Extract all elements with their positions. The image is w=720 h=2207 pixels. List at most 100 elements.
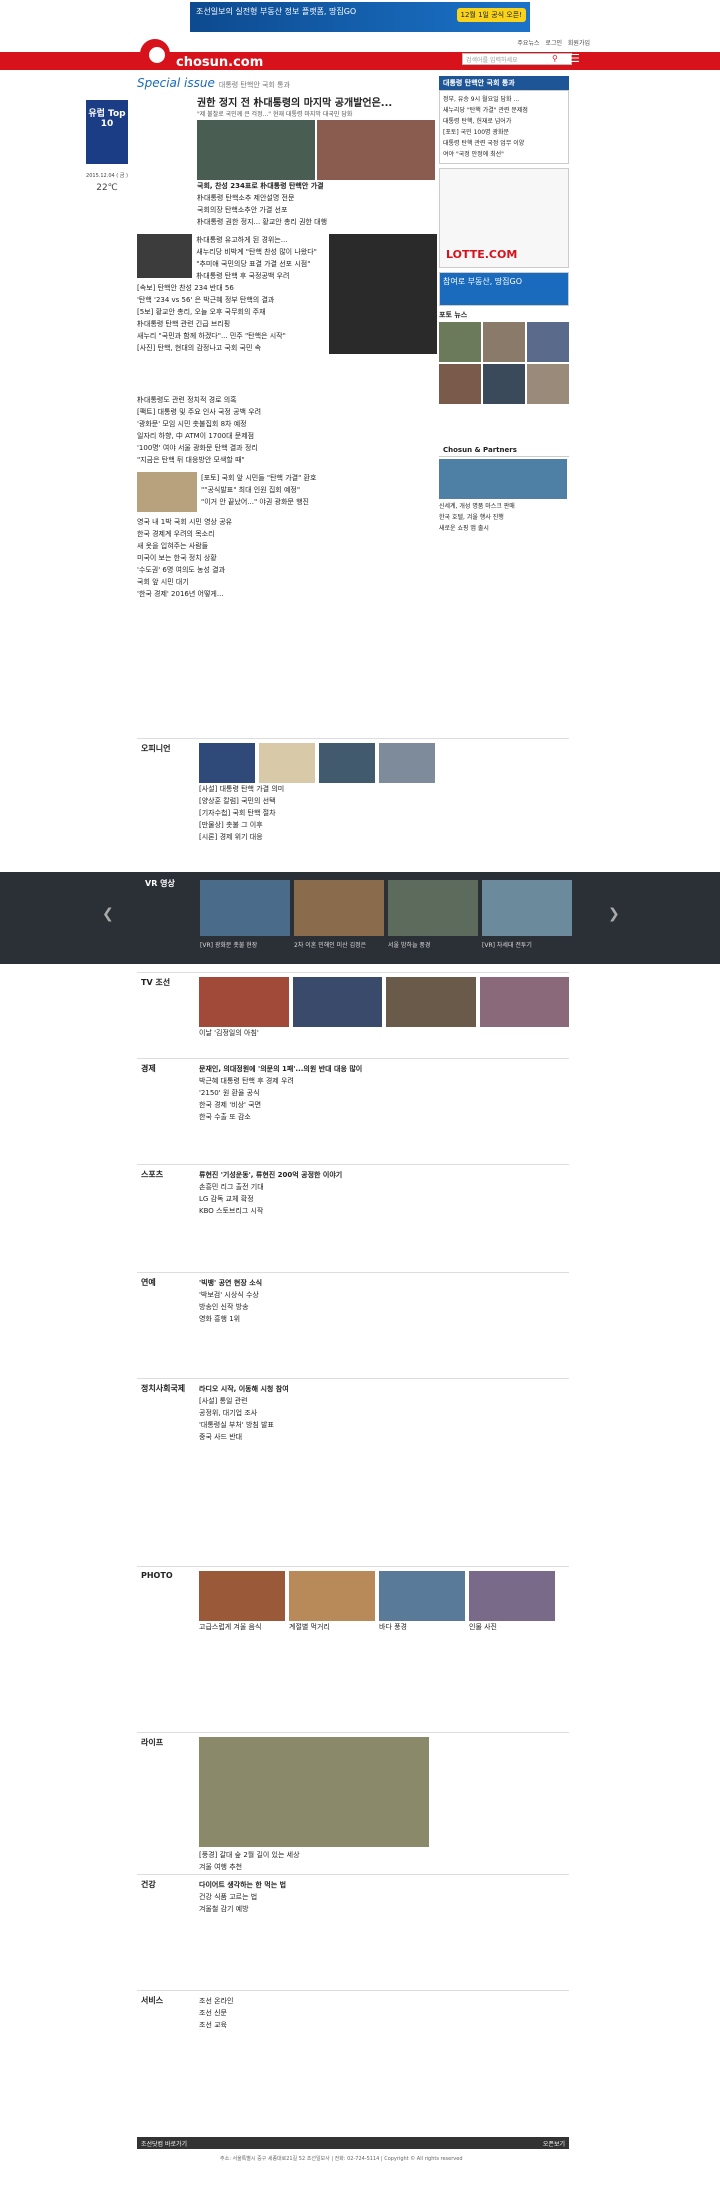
main-item[interactable]: 朴대통령 권한 정지... 황교안 총리 권한 대행: [197, 216, 437, 228]
photo-thumb[interactable]: [439, 364, 481, 404]
news-item[interactable]: "이거 안 끝났어..." 야권 광화문 행진: [201, 496, 401, 508]
opinion-item[interactable]: [사설] 대통령 탄핵 가결 의미: [199, 783, 569, 795]
health-item[interactable]: 다이어트 생각하는 한 먹는 법: [199, 1879, 569, 1891]
link-main-news[interactable]: 주요뉴스: [517, 40, 539, 47]
vod-caption[interactable]: 2차 이혼 민해인 미산 김정은: [294, 940, 384, 949]
partners-photo[interactable]: [439, 459, 567, 499]
vod-caption[interactable]: [VR] 광화문 촛불 현장: [200, 940, 290, 949]
top-ad-content[interactable]: 조선일보의 실전형 부동산 정보 플랫폼, 땅집GO 12월 1일 공식 오픈!: [190, 2, 530, 32]
vod-thumb[interactable]: [294, 880, 384, 936]
politics-item[interactable]: 라디오 시작, 이동해 시청 참여: [199, 1383, 569, 1395]
news-item[interactable]: [팩트] 대통령 및 주요 인사 국정 공백 우려: [137, 406, 437, 418]
politics-item[interactable]: 중국 사드 반대: [199, 1431, 569, 1443]
opinion-item[interactable]: [시론] 경제 위기 대응: [199, 831, 569, 843]
entertainment-item[interactable]: 영화 흥행 1위: [199, 1313, 569, 1325]
photo-thumb[interactable]: [527, 364, 569, 404]
opinion-thumb[interactable]: [199, 743, 255, 783]
vod-prev-icon[interactable]: ❮: [102, 906, 114, 922]
health-item[interactable]: 건강 식품 고르는 법: [199, 1891, 569, 1903]
life-item[interactable]: 겨울 여행 추천: [199, 1861, 569, 1873]
main-item[interactable]: 국회의장 탄핵소추안 가결 선포: [197, 204, 437, 216]
photo-caption[interactable]: 계절별 먹거리: [289, 1621, 375, 1633]
news-item[interactable]: '100명' 여야 서울 광화문 탄핵 결과 정리: [137, 442, 437, 454]
right-news-item[interactable]: 정부, 유승 9시 월요일 담화 ...: [443, 94, 565, 105]
lotte-ad[interactable]: LOTTE.COM: [439, 168, 569, 268]
life-item[interactable]: [풍경] 갈대 숲 2월 길이 있는 세상: [199, 1849, 569, 1861]
section-title-economy[interactable]: 경제: [141, 1063, 156, 1074]
photo-thumb[interactable]: [483, 322, 525, 362]
partner-item[interactable]: 한국 호텔, 겨울 행사 진행: [439, 512, 569, 523]
economy-item[interactable]: 한국 수출 또 감소: [199, 1111, 569, 1123]
section-title-politics[interactable]: 정치사회국제: [141, 1383, 185, 1394]
news-item[interactable]: 朴대통령 탄핵 후 국정공백 우려: [196, 270, 324, 282]
photo-thumb[interactable]: [483, 364, 525, 404]
photo-section-thumb[interactable]: [379, 1571, 465, 1621]
politics-item[interactable]: '대통령실 부처' 방침 발표: [199, 1419, 569, 1431]
entertainment-item[interactable]: 방송인 신작 방송: [199, 1301, 569, 1313]
photo-thumb[interactable]: [527, 322, 569, 362]
opinion-item[interactable]: [기자수첩] 국회 탄핵 절차: [199, 807, 569, 819]
tv-thumb[interactable]: [199, 977, 289, 1027]
news-item[interactable]: [포토] 국회 앞 시민들 "탄핵 가결" 환호: [201, 472, 401, 484]
vod-thumb[interactable]: [200, 880, 290, 936]
search-icon[interactable]: ⚲: [552, 54, 558, 63]
section-title-tv[interactable]: TV 조선: [141, 977, 170, 988]
opinion-item[interactable]: [양상훈 칼럼] 국민의 선택: [199, 795, 569, 807]
photo-caption[interactable]: 고급스럽게 겨울 음식: [199, 1621, 285, 1633]
right-news-item[interactable]: 대통령 탄핵, 헌재로 넘어가: [443, 116, 565, 127]
news-item[interactable]: 일자리 하향, 中 ATM이 1700대 문제점: [137, 430, 437, 442]
entertainment-item[interactable]: '박보검' 시상식 수상: [199, 1289, 569, 1301]
news-video-ad[interactable]: [328, 234, 438, 354]
section-title-health[interactable]: 건강: [141, 1879, 156, 1890]
photo-section-thumb[interactable]: [199, 1571, 285, 1621]
photo-thumb[interactable]: [439, 322, 481, 362]
vod-title[interactable]: VR 영상: [145, 878, 175, 889]
side-ad-banner[interactable]: 유럽 Top 10: [86, 100, 128, 164]
economy-item[interactable]: '2150' 원 환율 공식: [199, 1087, 569, 1099]
main-sub[interactable]: "제 불찰로 국민께 큰 걱정..." 현재 대통령 마지막 대국민 담화: [197, 109, 437, 118]
news-item[interactable]: '한국 경제' 2016년 어떻게...: [137, 588, 437, 600]
section-title-photo[interactable]: PHOTO: [141, 1571, 173, 1580]
right-news-item[interactable]: 여야 "국정 안정에 최선": [443, 149, 565, 160]
service-item[interactable]: 조선 교육: [199, 2019, 569, 2031]
footer-bar[interactable]: 조선닷컴 바로가기 오픈보기: [137, 2137, 569, 2149]
section-title-entertainment[interactable]: 연예: [141, 1277, 156, 1288]
link-login[interactable]: 로그인: [545, 40, 562, 47]
menu-icon[interactable]: ☰: [570, 52, 580, 65]
footer-bar-right[interactable]: 오픈보기: [543, 2139, 565, 2148]
sports-item[interactable]: KBO 스토브리그 시작: [199, 1205, 569, 1217]
news-item[interactable]: "지금은 탄핵 뒤 대응방안 모색할 때": [137, 454, 437, 466]
section-title-life[interactable]: 라이프: [141, 1737, 163, 1748]
economy-item[interactable]: 한국 경제 '비상' 국면: [199, 1099, 569, 1111]
opinion-title[interactable]: 오피니언: [141, 743, 170, 754]
main-item[interactable]: 국회, 찬성 234표로 朴대통령 탄핵안 가결: [197, 180, 437, 192]
vod-thumb[interactable]: [388, 880, 478, 936]
vod-next-icon[interactable]: ❯: [608, 906, 620, 922]
news-item[interactable]: 영국 내 1박 국회 시민 영상 공유: [137, 516, 437, 528]
link-join[interactable]: 회원가입: [568, 40, 590, 47]
news-item[interactable]: '수도권' 6명 여의도 농성 결과: [137, 564, 437, 576]
economy-item[interactable]: 박근혜 대통령 탄핵 후 경제 우려: [199, 1075, 569, 1087]
news-item[interactable]: 朴대통령도 관련 정치적 경로 의혹: [137, 394, 437, 406]
main-photo-1[interactable]: [197, 120, 315, 180]
service-item[interactable]: 조선 신문: [199, 2007, 569, 2019]
vod-caption[interactable]: [VR] 차세대 전투기: [482, 940, 572, 949]
side-ad-2[interactable]: 참여로 부동산, 땅집GO: [439, 272, 569, 306]
partner-item[interactable]: 신세계, 개성 명품 마스크 판매: [439, 501, 569, 512]
photo-section-thumb[interactable]: [469, 1571, 555, 1621]
news-item[interactable]: 朴대통령 유고하게 된 경위는...: [196, 234, 324, 246]
photo-caption[interactable]: 인물 사진: [469, 1621, 555, 1633]
news-item[interactable]: 국회 앞 시민 대기: [137, 576, 437, 588]
news-item[interactable]: ""공식발표" 최대 인원 집회 예정": [201, 484, 401, 496]
main-photo-2[interactable]: [317, 120, 435, 180]
vod-thumb[interactable]: [482, 880, 572, 936]
special-issue-title[interactable]: Special issue 대통령 탄핵안 국회 통과: [137, 76, 437, 92]
news-item[interactable]: 새 옷을 입혀주는 사람들: [137, 540, 437, 552]
politics-item[interactable]: [사설] 통일 관련: [199, 1395, 569, 1407]
opinion-item[interactable]: [만물상] 촛불 그 이후: [199, 819, 569, 831]
opinion-thumb[interactable]: [259, 743, 315, 783]
right-news-item[interactable]: 대통령 탄핵 관련 국정 업무 이양: [443, 138, 565, 149]
tv-thumb[interactable]: [479, 977, 569, 1027]
main-item[interactable]: 朴대통령 탄핵소추 제안설명 전문: [197, 192, 437, 204]
section-title-sports[interactable]: 스포츠: [141, 1169, 163, 1180]
